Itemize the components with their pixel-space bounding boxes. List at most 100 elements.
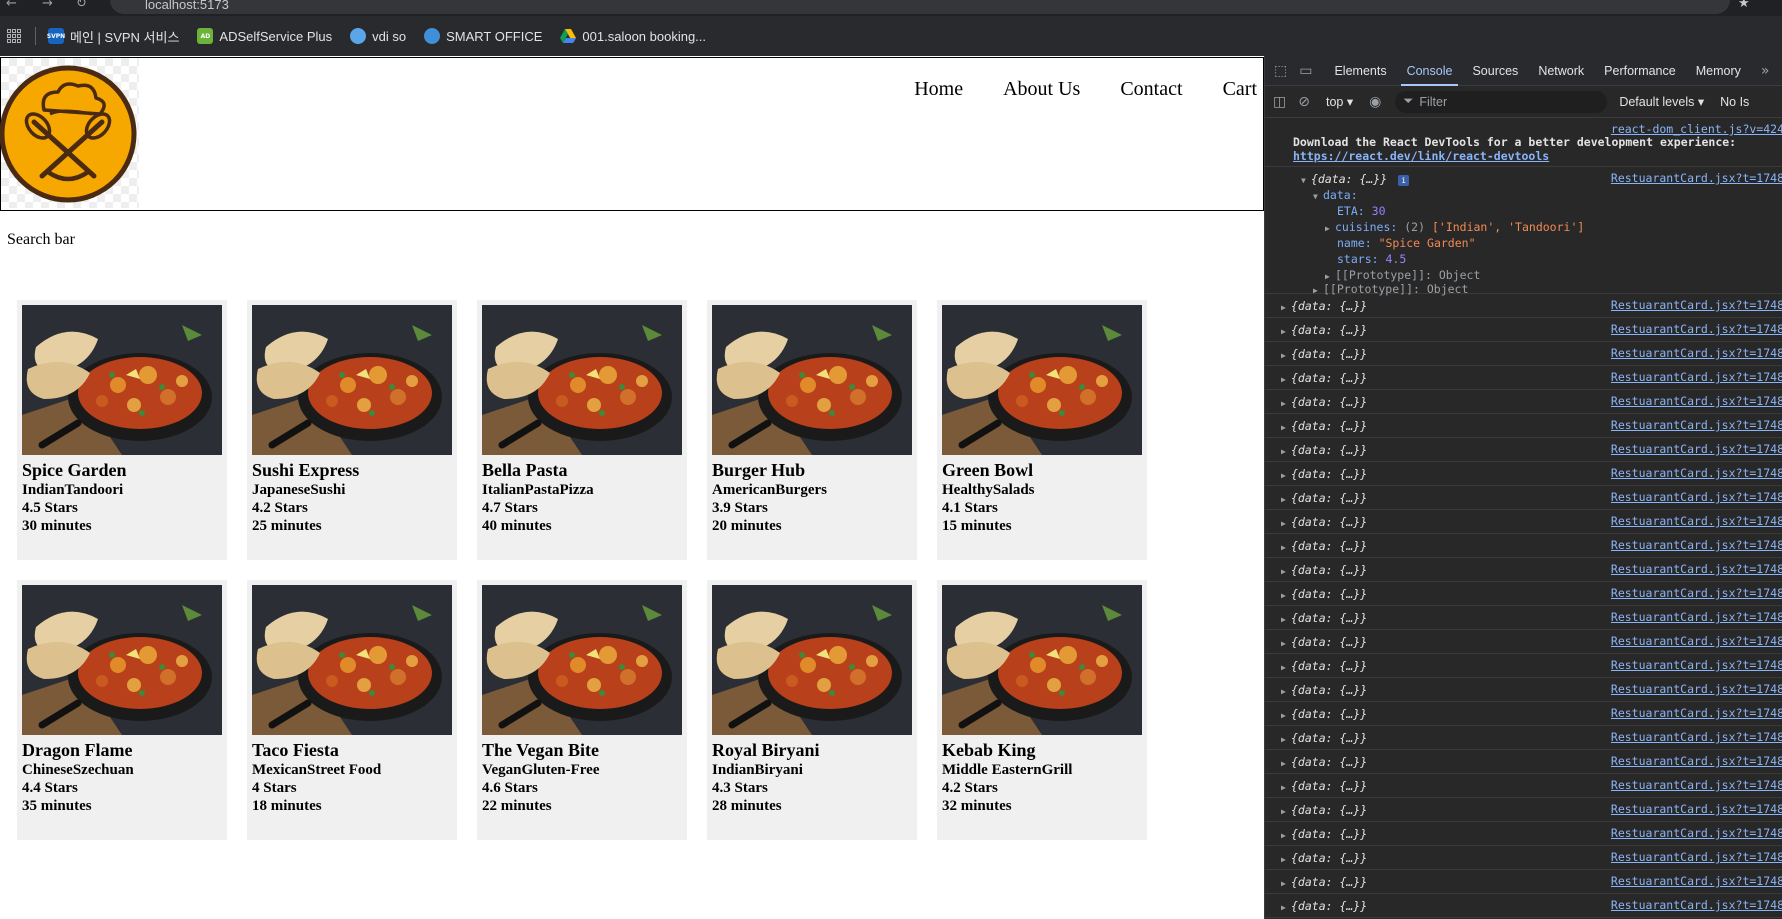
collapsed-object[interactable]: ▶ {data: {…}} <box>1281 851 1367 865</box>
collapsed-object[interactable]: ▶ {data: {…}} <box>1281 419 1367 433</box>
collapsed-triangle-icon[interactable]: ▶ <box>1281 831 1291 840</box>
restaurant-card[interactable]: Green Bowl HealthySalads 4.1 Stars 15 minut… <box>937 300 1147 560</box>
console-log-row[interactable]: RestuarantCard.jsx?t=1748 ▶{data: {…}} <box>1265 654 1782 678</box>
message-source-link[interactable]: RestuarantCard.jsx?t=1748 <box>1611 610 1782 624</box>
logo[interactable] <box>0 58 139 208</box>
console-log-row[interactable]: RestuarantCard.jsx?t=1748 ▶{data: {…}} <box>1265 870 1782 894</box>
bookmark-saloon[interactable]: 001.saloon booking... <box>560 28 706 44</box>
collapsed-object[interactable]: ▶ {data: {…}} <box>1281 539 1367 553</box>
prototype-inner-row[interactable]: ▶ [[Prototype]]: Object <box>1325 268 1480 282</box>
context-selector[interactable]: top ▾ <box>1326 94 1353 109</box>
collapsed-object[interactable]: ▶ {data: {…}} <box>1281 683 1367 697</box>
expand-triangle-icon[interactable]: ▼ <box>1313 192 1323 201</box>
info-badge-icon[interactable]: i <box>1398 175 1410 186</box>
collapsed-object[interactable]: ▶ {data: {…}} <box>1281 875 1367 889</box>
collapsed-triangle-icon[interactable]: ▶ <box>1281 639 1291 648</box>
message-source-link[interactable]: RestuarantCard.jsx?t=1748 <box>1611 418 1782 432</box>
collapsed-object[interactable]: ▶ {data: {…}} <box>1281 443 1367 457</box>
collapsed-triangle-icon[interactable]: ▶ <box>1325 224 1335 233</box>
console-log-row[interactable]: RestuarantCard.jsx?t=1748 ▶{data: {…}} <box>1265 558 1782 582</box>
console-log-row[interactable]: RestuarantCard.jsx?t=1748 ▶{data: {…}} <box>1265 510 1782 534</box>
bookmark-adselfservice[interactable]: AD ADSelfService Plus <box>197 28 332 44</box>
collapsed-triangle-icon[interactable]: ▶ <box>1281 879 1291 888</box>
restaurant-card[interactable]: Royal Biryani IndianBiryani 4.3 Stars 28 mi… <box>707 580 917 840</box>
console-log-row[interactable]: RestuarantCard.jsx?t=1748 ▶{data: {…}} <box>1265 582 1782 606</box>
collapsed-triangle-icon[interactable]: ▶ <box>1281 783 1291 792</box>
message-source-link[interactable]: RestuarantCard.jsx?t=1748 <box>1611 346 1782 360</box>
message-source-link[interactable]: RestuarantCard.jsx?t=1748 <box>1611 874 1782 888</box>
collapsed-triangle-icon[interactable]: ▶ <box>1281 519 1291 528</box>
collapsed-object[interactable]: ▶ {data: {…}} <box>1281 347 1367 361</box>
tab-console[interactable]: Console <box>1400 56 1459 86</box>
restaurant-card[interactable]: Kebab King Middle EasternGrill 4.2 Stars 32… <box>937 580 1147 840</box>
message-source-link[interactable]: RestuarantCard.jsx?t=1748 <box>1611 706 1782 720</box>
collapsed-triangle-icon[interactable]: ▶ <box>1281 615 1291 624</box>
console-log-row[interactable]: RestuarantCard.jsx?t=1748 ▶{data: {…}} <box>1265 462 1782 486</box>
tab-elements[interactable]: Elements <box>1334 56 1386 86</box>
collapsed-object[interactable]: ▶ {data: {…}} <box>1281 755 1367 769</box>
collapsed-triangle-icon[interactable]: ▶ <box>1281 447 1291 456</box>
message-source-link[interactable]: RestuarantCard.jsx?t=1748 <box>1611 394 1782 408</box>
bookmark-vdi[interactable]: vdi so <box>350 28 406 44</box>
collapsed-object[interactable]: ▶ {data: {…}} <box>1281 395 1367 409</box>
collapsed-object[interactable]: ▶ {data: {…}} <box>1281 611 1367 625</box>
console-log-row[interactable]: RestuarantCard.jsx?t=1748 ▶{data: {…}} <box>1265 678 1782 702</box>
collapsed-object[interactable]: ▶ {data: {…}} <box>1281 587 1367 601</box>
restaurant-card[interactable]: Burger Hub AmericanBurgers 3.9 Stars 20 min… <box>707 300 917 560</box>
message-source-link[interactable]: RestuarantCard.jsx?t=1748 <box>1611 538 1782 552</box>
console-log-row[interactable]: RestuarantCard.jsx?t=1748 ▶{data: {…}} <box>1265 390 1782 414</box>
restaurant-card[interactable]: Spice Garden IndianTandoori 4.5 Stars 30 mi… <box>17 300 227 560</box>
message-source-link[interactable]: RestuarantCard.jsx?t=1748 <box>1611 682 1782 696</box>
collapsed-triangle-icon[interactable]: ▶ <box>1281 567 1291 576</box>
collapsed-object[interactable]: ▶ {data: {…}} <box>1281 635 1367 649</box>
console-log-row[interactable]: RestuarantCard.jsx?t=1748 ▶{data: {…}} <box>1265 774 1782 798</box>
collapsed-object[interactable]: ▶ {data: {…}} <box>1281 563 1367 577</box>
console-log-row[interactable]: RestuarantCard.jsx?t=1748 ▶{data: {…}} <box>1265 630 1782 654</box>
message-source-link[interactable]: RestuarantCard.jsx?t=1748 <box>1611 778 1782 792</box>
console-log-row[interactable]: RestuarantCard.jsx?t=1748 ▶{data: {…}} <box>1265 846 1782 870</box>
collapsed-object[interactable]: ▶ {data: {…}} <box>1281 803 1367 817</box>
collapsed-triangle-icon[interactable]: ▶ <box>1281 423 1291 432</box>
reload-icon[interactable]: ↻ <box>76 0 87 11</box>
restaurant-card[interactable]: Taco Fiesta MexicanStreet Food 4 Stars 18 m… <box>247 580 457 840</box>
message-source-link[interactable]: RestuarantCard.jsx?t=1748 <box>1611 634 1782 648</box>
collapsed-triangle-icon[interactable]: ▶ <box>1281 303 1291 312</box>
collapsed-object[interactable]: ▶ {data: {…}} <box>1281 299 1367 313</box>
message-source-link[interactable]: RestuarantCard.jsx?t=1748 <box>1611 826 1782 840</box>
collapsed-object[interactable]: ▶ {data: {…}} <box>1281 467 1367 481</box>
message-source-link[interactable]: RestuarantCard.jsx?t=1748 <box>1611 442 1782 456</box>
console-log-row[interactable]: RestuarantCard.jsx?t=1748 ▶{data: {…}} <box>1265 822 1782 846</box>
console-log-row[interactable]: RestuarantCard.jsx?t=1748 ▶{data: {…}} <box>1265 726 1782 750</box>
message-source-link[interactable]: RestuarantCard.jsx?t=1748 <box>1611 562 1782 576</box>
collapsed-object[interactable]: ▶ {data: {…}} <box>1281 659 1367 673</box>
collapsed-triangle-icon[interactable]: ▶ <box>1281 807 1291 816</box>
message-source-link[interactable]: RestuarantCard.jsx?t=1748 <box>1611 298 1782 312</box>
tab-performance[interactable]: Performance <box>1604 56 1676 86</box>
message-source-link[interactable]: RestuarantCard.jsx?t=1748 <box>1611 730 1782 744</box>
restaurant-card[interactable]: Sushi Express JapaneseSushi 4.2 Stars 25 mi… <box>247 300 457 560</box>
message-source-link[interactable]: RestuarantCard.jsx?t=1748 <box>1611 490 1782 504</box>
expand-triangle-icon[interactable]: ▼ <box>1301 176 1311 185</box>
live-expression-eye-icon[interactable]: ◉ <box>1369 94 1381 110</box>
bookmark-smart-office[interactable]: SMART OFFICE <box>424 28 542 44</box>
collapsed-triangle-icon[interactable]: ▶ <box>1281 687 1291 696</box>
devtools-link[interactable]: https://react.dev/link/react-devtools <box>1293 149 1549 163</box>
message-source-link[interactable]: RestuarantCard.jsx?t=1748 <box>1611 370 1782 384</box>
message-source-link[interactable]: RestuarantCard.jsx?t=1748 <box>1611 802 1782 816</box>
apps-grid-icon[interactable] <box>7 29 21 43</box>
sidebar-toggle-icon[interactable]: ◫ <box>1273 94 1286 110</box>
collapsed-triangle-icon[interactable]: ▶ <box>1281 375 1291 384</box>
console-filter-input[interactable]: ⏷ Filter <box>1395 90 1608 113</box>
bookmark-star-icon[interactable]: ★ <box>1738 0 1750 11</box>
collapsed-object[interactable]: ▶ {data: {…}} <box>1281 371 1367 385</box>
collapsed-object[interactable]: ▶ {data: {…}} <box>1281 827 1367 841</box>
message-source-link[interactable]: RestuarantCard.jsx?t=1748 <box>1611 850 1782 864</box>
collapsed-triangle-icon[interactable]: ▶ <box>1281 855 1291 864</box>
collapsed-triangle-icon[interactable]: ▶ <box>1325 272 1335 281</box>
console-log-row[interactable]: RestuarantCard.jsx?t=1748 ▶{data: {…}} <box>1265 318 1782 342</box>
collapsed-object[interactable]: ▶ {data: {…}} <box>1281 731 1367 745</box>
collapsed-triangle-icon[interactable]: ▶ <box>1281 663 1291 672</box>
console-log-row[interactable]: RestuarantCard.jsx?t=1748 ▶{data: {…}} <box>1265 894 1782 918</box>
clear-console-icon[interactable]: ⊘ <box>1298 94 1310 110</box>
console-log-row[interactable]: RestuarantCard.jsx?t=1748 ▶{data: {…}} <box>1265 342 1782 366</box>
